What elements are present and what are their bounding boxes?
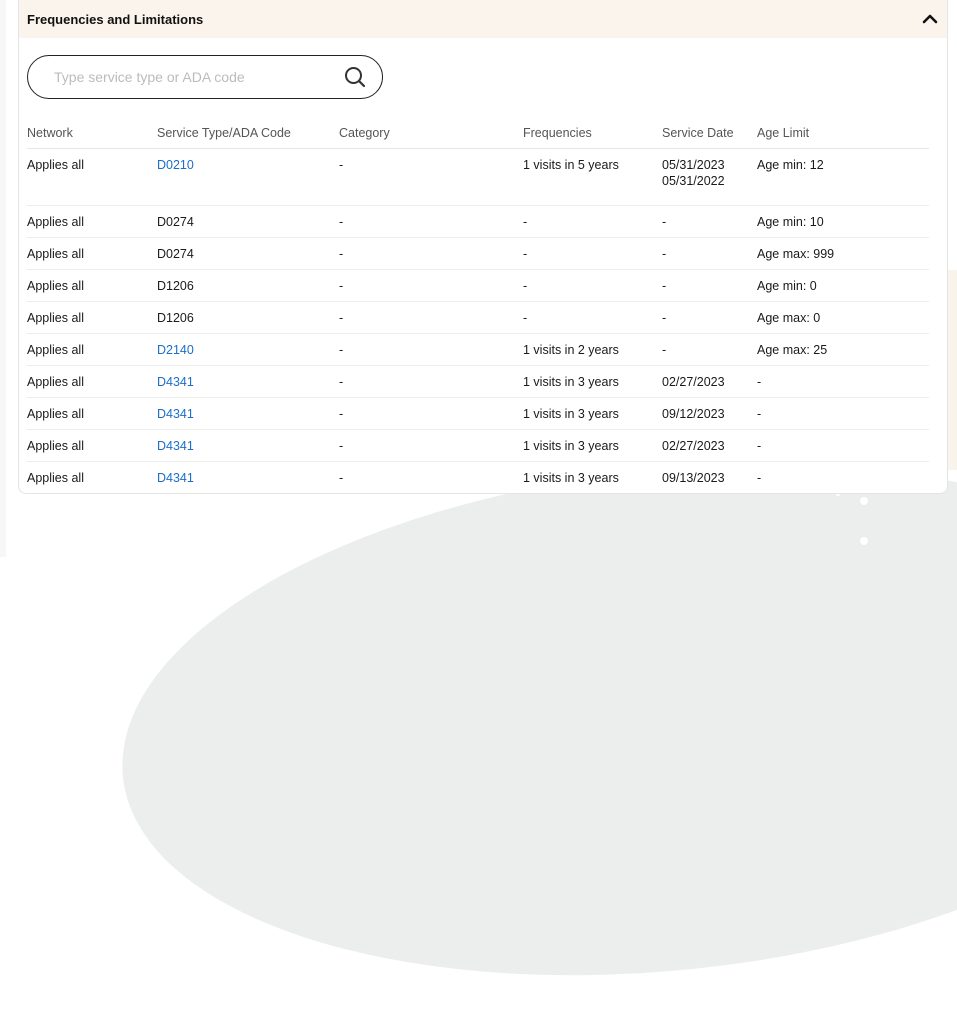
table-row: Applies all D2140 - 1 visits in 2 years - Age…	[27, 333, 929, 366]
network-cell: Applies all	[27, 374, 84, 389]
age-limit-cell: Age max: 25	[757, 342, 828, 357]
service-code-link[interactable]: D4341	[157, 407, 194, 421]
service-date-cell: -	[662, 214, 667, 229]
table-row: Applies all D1206 - - - Age max: 0	[27, 301, 929, 334]
frequency-cell: 1 visits in 2 years	[523, 342, 619, 357]
category-cell: -	[339, 342, 344, 357]
service-date-secondary: 05/31/2022	[662, 174, 725, 188]
age-limit-cell: -	[757, 438, 762, 453]
frequency-cell: 1 visits in 3 years	[523, 438, 619, 453]
network-cell: Applies all	[27, 438, 84, 453]
age-limit-cell: -	[757, 374, 762, 389]
service-date-cell: -	[662, 342, 667, 357]
network-cell: Applies all	[27, 246, 84, 261]
panel-title: Frequencies and Limitations	[27, 11, 204, 27]
frequencies-panel: Frequencies and Limitations Network Serv…	[18, 0, 948, 494]
service-code-cell: D1206	[157, 278, 194, 293]
network-cell: Applies all	[27, 214, 84, 229]
left-gutter	[0, 0, 6, 557]
service-code-link[interactable]: D2140	[157, 343, 194, 357]
column-header-service-date: Service Date	[662, 118, 757, 149]
table-row: Applies all D4341 - 1 visits in 3 years 02/2…	[27, 429, 929, 462]
table-row: Applies all D4341 - 1 visits in 3 years 09/1…	[27, 397, 929, 430]
network-cell: Applies all	[27, 470, 84, 485]
frequency-cell: -	[523, 278, 528, 293]
frequency-cell: 1 visits in 3 years	[523, 406, 619, 421]
network-cell: Applies all	[27, 342, 84, 357]
service-code-link[interactable]: D4341	[157, 375, 194, 389]
category-cell: -	[339, 406, 344, 421]
panel-header[interactable]: Frequencies and Limitations	[19, 0, 947, 38]
age-limit-cell: Age max: 999	[757, 246, 835, 261]
category-cell: -	[339, 278, 344, 293]
decor-dot	[860, 537, 868, 545]
category-cell: -	[339, 158, 344, 172]
column-header-age-limit: Age Limit	[757, 118, 929, 149]
service-code-cell: D0274	[157, 214, 194, 229]
table-row: Applies all D4341 - 1 visits in 3 years 09/1…	[27, 462, 929, 494]
frequency-cell: -	[523, 214, 528, 229]
service-code-link[interactable]: D4341	[157, 471, 194, 485]
age-limit-cell: -	[757, 470, 762, 485]
age-limit-cell: Age min: 12	[757, 158, 824, 172]
table-row: Applies all D1206 - - - Age min: 0	[27, 269, 929, 302]
service-date-cell: -	[662, 278, 667, 293]
age-limit-cell: Age min: 10	[757, 214, 824, 229]
service-date-cell: -	[662, 246, 667, 261]
network-cell: Applies all	[27, 278, 84, 293]
service-code-link[interactable]: D4341	[157, 439, 194, 453]
frequency-cell: 1 visits in 3 years	[523, 374, 619, 389]
table-header-row: Network Service Type/ADA Code Category F…	[27, 118, 929, 149]
frequency-cell: 1 visits in 5 years	[523, 158, 619, 172]
column-header-category: Category	[339, 118, 523, 149]
table-row: Applies all D4341 - 1 visits in 3 years 02/2…	[27, 365, 929, 398]
category-cell: -	[339, 310, 344, 325]
service-date-cell: 05/31/2023	[662, 158, 725, 172]
category-cell: -	[339, 214, 344, 229]
table-row: Applies all D0210 - 1 visits in 5 years 05/3…	[27, 148, 929, 206]
frequency-cell: 1 visits in 3 years	[523, 470, 619, 485]
frequencies-table: Network Service Type/ADA Code Category F…	[27, 118, 929, 493]
service-date-cell: 02/27/2023	[662, 438, 725, 453]
category-cell: -	[339, 438, 344, 453]
search-icon[interactable]	[344, 66, 366, 88]
table-row: Applies all D0274 - - - Age min: 10	[27, 205, 929, 238]
service-code-cell: D0274	[157, 246, 194, 261]
network-cell: Applies all	[27, 406, 84, 421]
frequency-cell: -	[523, 246, 528, 261]
search-box	[27, 55, 383, 99]
network-cell: Applies all	[27, 310, 84, 325]
column-header-network: Network	[27, 118, 157, 149]
service-date-cell: -	[662, 310, 667, 325]
age-limit-cell: Age max: 0	[757, 310, 821, 325]
category-cell: -	[339, 470, 344, 485]
network-cell: Applies all	[27, 158, 84, 172]
background-shape	[96, 413, 957, 1026]
service-date-cell: 02/27/2023	[662, 374, 725, 389]
age-limit-cell: Age min: 0	[757, 278, 817, 293]
column-header-frequencies: Frequencies	[523, 118, 662, 149]
category-cell: -	[339, 246, 344, 261]
search-input[interactable]	[52, 68, 344, 86]
service-date-cell: 09/12/2023	[662, 406, 725, 421]
decor-dot	[860, 497, 868, 505]
service-code-link[interactable]: D0210	[157, 158, 194, 172]
table-row: Applies all D0274 - - - Age max: 999	[27, 237, 929, 270]
frequency-cell: -	[523, 310, 528, 325]
column-header-service-type: Service Type/ADA Code	[157, 118, 339, 149]
service-date-cell: 09/13/2023	[662, 470, 725, 485]
service-code-cell: D1206	[157, 310, 194, 325]
age-limit-cell: -	[757, 406, 762, 421]
category-cell: -	[339, 374, 344, 389]
chevron-up-icon[interactable]	[921, 10, 939, 28]
